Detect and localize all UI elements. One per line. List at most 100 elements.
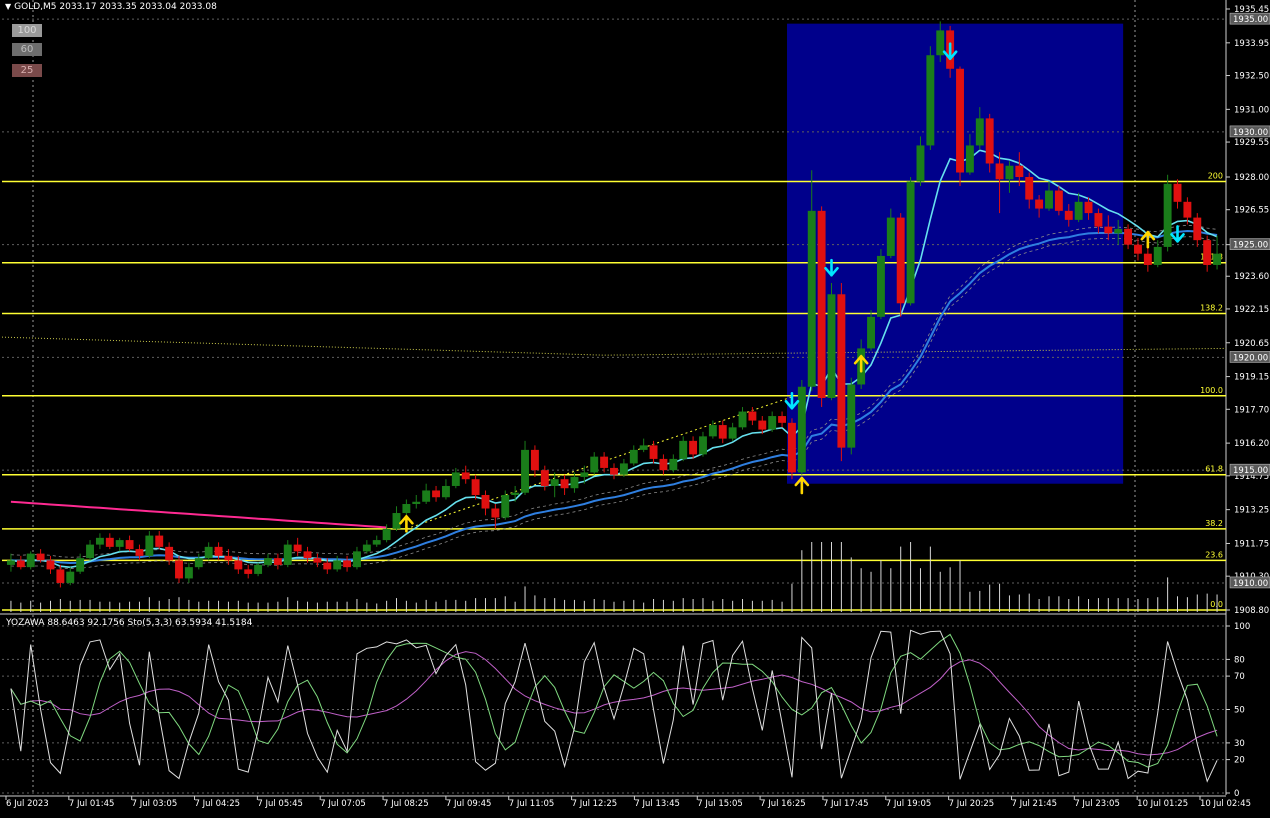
candle-body	[1074, 201, 1083, 220]
time-tick-label: 7 Jul 01:45	[69, 799, 115, 809]
osc-tick-label: 70	[1234, 672, 1245, 682]
fib-level-label: 61.8	[1205, 465, 1223, 474]
price-tick-label: 1929.55	[1234, 138, 1269, 148]
time-tick-label: 7 Jul 07:05	[320, 799, 366, 809]
candle-body	[323, 562, 332, 570]
time-tick-label: 7 Jul 20:25	[949, 799, 995, 809]
candle-body	[1143, 253, 1152, 265]
time-tick-label: 7 Jul 05:45	[257, 799, 303, 809]
chart-canvas[interactable]: 200161.8138.2100.061.838.223.60.01935.45…	[0, 0, 1270, 814]
candle-body	[105, 537, 114, 547]
candle-body	[402, 504, 411, 514]
candle	[26, 551, 35, 570]
osc-tick-label: 20	[1234, 756, 1245, 766]
candle-body	[1045, 190, 1053, 209]
candle-body	[699, 436, 707, 455]
candle	[837, 283, 846, 462]
candle-body	[95, 537, 104, 545]
candle-body	[372, 540, 381, 545]
candle-body	[471, 479, 480, 495]
time-tick-label: 7 Jul 09:45	[446, 799, 492, 809]
candle-body	[867, 316, 875, 349]
price-label-text: 1935.00	[1233, 15, 1268, 25]
candle-body	[787, 422, 796, 473]
price-tick-label: 1926.55	[1234, 206, 1269, 216]
candle-body	[797, 386, 806, 473]
candle-body	[560, 479, 569, 489]
candle-body	[36, 553, 45, 561]
candle-body	[155, 535, 164, 547]
candle-body	[362, 544, 371, 552]
candle-body	[1173, 183, 1182, 202]
candle-body	[56, 569, 65, 583]
candle-body	[1183, 201, 1192, 218]
candle-body	[975, 118, 984, 146]
candle-body	[1163, 183, 1172, 247]
candle-body	[6, 560, 15, 565]
candle-body	[1084, 201, 1093, 214]
candle-body	[817, 210, 826, 399]
candle-body	[847, 384, 856, 448]
candle-body	[412, 501, 421, 505]
candle-body	[441, 485, 450, 498]
candle-body	[1153, 246, 1162, 265]
candle-body	[807, 210, 816, 387]
candle	[1163, 174, 1172, 252]
candle	[797, 379, 806, 475]
candle-body	[689, 440, 698, 455]
candle-body	[926, 55, 935, 146]
zoom-60-button[interactable]: 60	[12, 43, 42, 56]
candle-body	[382, 528, 391, 541]
trading-chart[interactable]: 200161.8138.2100.061.838.223.60.01935.45…	[0, 0, 1270, 814]
dropdown-triangle-icon[interactable]: ▼	[5, 2, 11, 11]
candle-body	[264, 558, 272, 565]
candle-body	[184, 567, 193, 579]
candle-body	[293, 544, 302, 552]
candle-body	[422, 490, 431, 502]
candle-body	[432, 490, 441, 498]
time-tick-label: 7 Jul 21:45	[1011, 799, 1057, 809]
candle-body	[1104, 226, 1113, 234]
zoom-100-button[interactable]: 100	[12, 24, 42, 37]
candle-body	[46, 560, 55, 570]
time-tick-label: 7 Jul 08:25	[383, 799, 429, 809]
candle-body	[1015, 165, 1024, 178]
candle-body	[1064, 210, 1073, 220]
candle-body	[679, 440, 688, 459]
price-label-text: 1930.00	[1233, 128, 1268, 138]
candle-body	[165, 546, 174, 561]
candle-body	[254, 564, 263, 574]
candle-body	[906, 181, 915, 304]
candle-body	[194, 558, 203, 568]
candle-body	[530, 449, 539, 471]
candle-body	[26, 553, 35, 568]
time-tick-label: 7 Jul 03:05	[132, 799, 178, 809]
candle	[827, 283, 836, 401]
time-tick-label: 10 Jul 01:25	[1137, 799, 1188, 809]
time-tick-label: 7 Jul 13:45	[634, 799, 680, 809]
zoom-25-button[interactable]: 25	[12, 64, 42, 77]
candle	[956, 66, 964, 187]
candle-body	[659, 458, 668, 471]
candle-body	[708, 425, 717, 437]
osc-tick-label: 100	[1234, 622, 1250, 632]
time-tick-label: 7 Jul 15:05	[697, 799, 743, 809]
candle-body	[234, 560, 243, 570]
candle-body	[827, 294, 836, 399]
time-tick-label: 7 Jul 16:25	[760, 799, 806, 809]
price-tick-label: 1923.60	[1234, 272, 1269, 282]
time-tick-label: 7 Jul 04:25	[195, 799, 241, 809]
time-tick-label: 7 Jul 19:05	[886, 799, 932, 809]
candle-body	[738, 411, 747, 428]
candle-body	[224, 555, 233, 561]
time-tick-label: 7 Jul 12:25	[572, 799, 618, 809]
time-tick-label: 7 Jul 23:05	[1074, 799, 1120, 809]
price-tick-label: 1933.95	[1234, 39, 1269, 49]
price-tick-label: 1908.80	[1234, 606, 1269, 616]
price-tick-label: 1917.70	[1234, 405, 1269, 415]
candle-body	[501, 494, 510, 518]
candle-body	[273, 558, 282, 565]
candle-body	[669, 458, 678, 471]
price-tick-label: 1916.20	[1234, 439, 1269, 449]
indicator-header: YOZAWA 88.6463 92.1756 Sto(5,3,3) 63.593…	[6, 618, 253, 628]
